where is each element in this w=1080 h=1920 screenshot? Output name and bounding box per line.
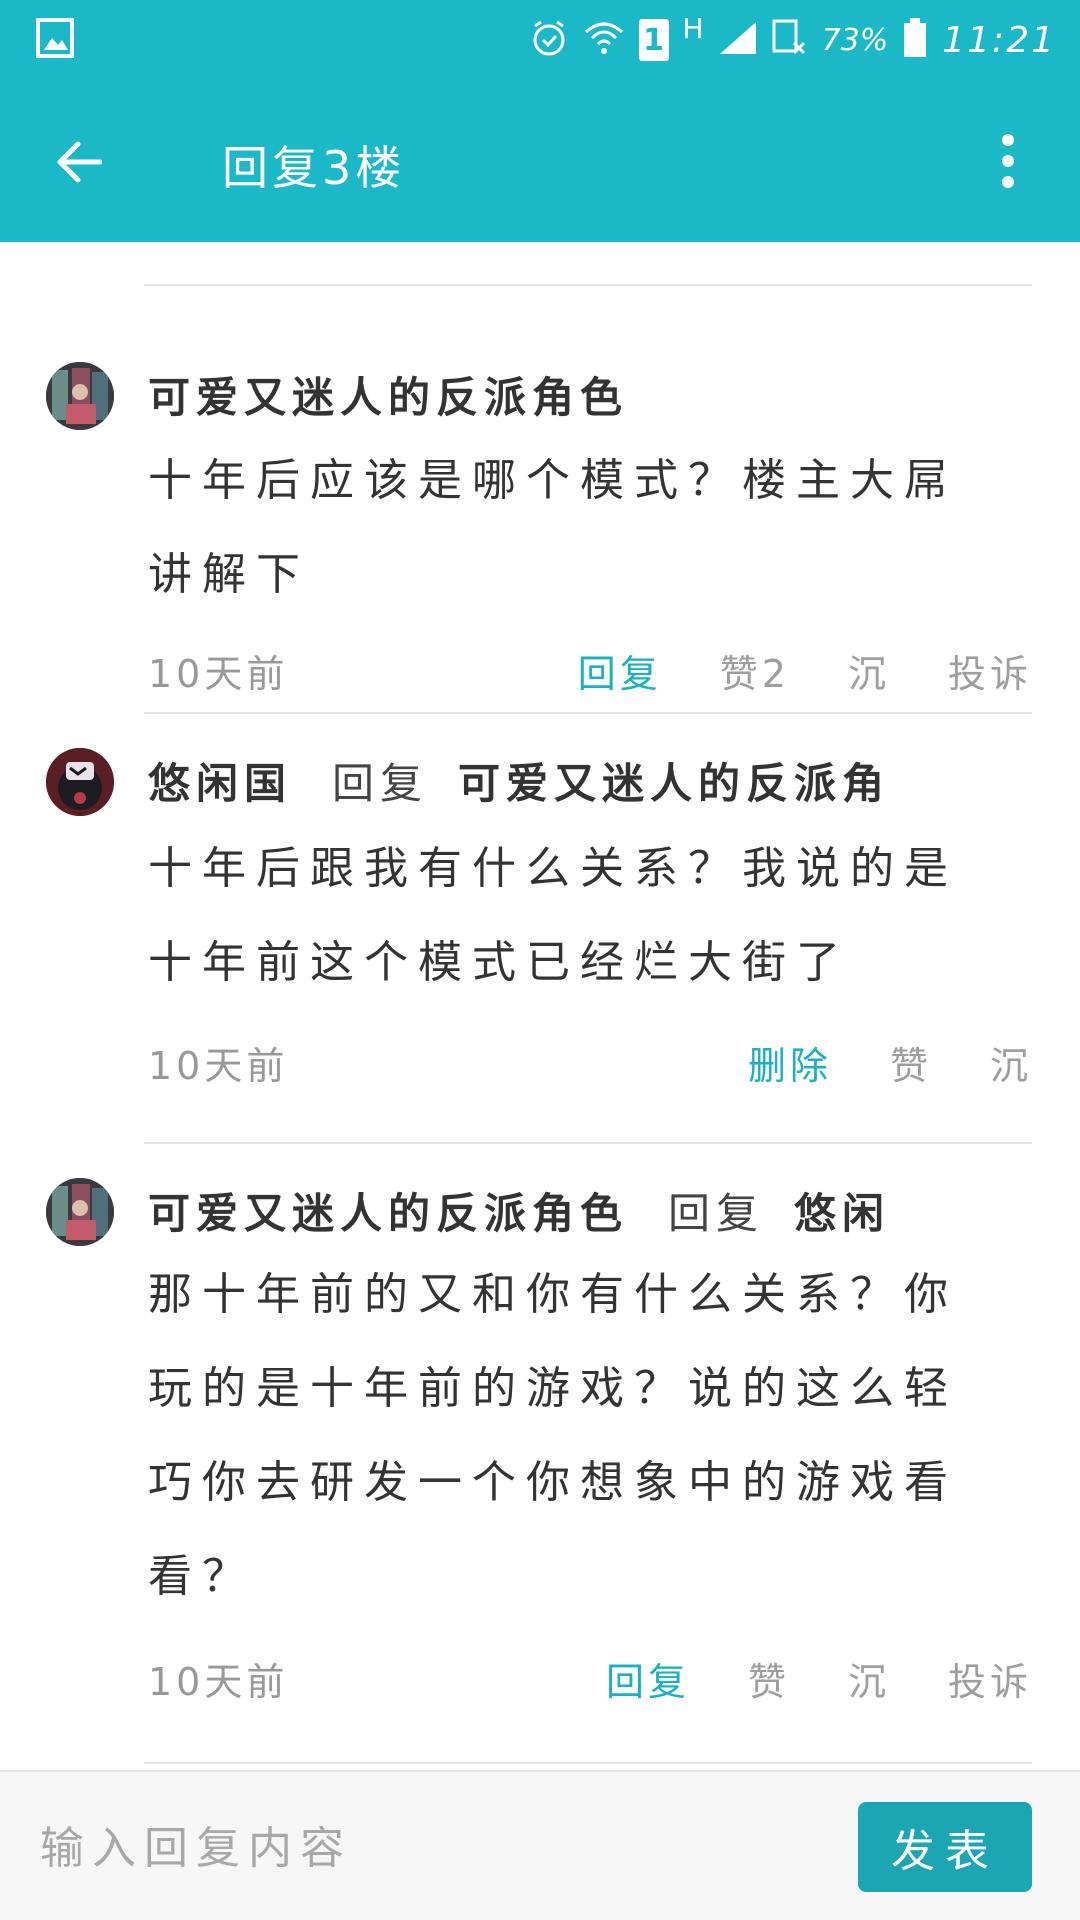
- reply-list: 可爱又迷人的反派角色 十年后应该是哪个模式？楼主大屌讲解下 10天前 回复 赞2…: [0, 242, 1080, 1770]
- clock: 11:21: [942, 19, 1056, 61]
- more-options-button[interactable]: [988, 128, 1028, 194]
- avatar[interactable]: [46, 748, 114, 816]
- report-button[interactable]: 投诉: [948, 643, 1032, 698]
- author-name[interactable]: 可爱又迷人的反派角色: [148, 373, 628, 422]
- timestamp: 10天前: [148, 1659, 289, 1704]
- comment-text: 十年后跟我有什么关系？我说的是十年前这个模式已经烂大街了: [148, 843, 958, 988]
- reply-target-name[interactable]: 可爱又迷人的反派角: [458, 759, 890, 808]
- reply-word: 回复: [332, 759, 429, 808]
- sim-no-signal-icon: [772, 19, 808, 61]
- like-button[interactable]: 赞: [748, 1651, 790, 1706]
- timestamp: 10天前: [148, 651, 289, 696]
- status-bar: 1 H 73% 11:21: [0, 0, 1080, 80]
- more-vertical-icon: [1002, 134, 1014, 146]
- reply-input[interactable]: [40, 1812, 820, 1884]
- comment-text: 十年后应该是哪个模式？楼主大屌讲解下: [148, 455, 958, 600]
- wifi-icon: [583, 18, 625, 62]
- divider: [144, 1762, 1032, 1764]
- like-button[interactable]: 赞: [890, 1035, 932, 1090]
- submit-button[interactable]: 发表: [858, 1802, 1032, 1892]
- page-title: 回复3楼: [222, 141, 406, 195]
- list-item: 可爱又迷人的反派角色 回复 悠闲 那十年前的又和你有什么关系？你玩的是十年前的游戏？…: [0, 1142, 1080, 1762]
- battery-percent: 73%: [821, 22, 889, 58]
- comment-author[interactable]: 可爱又迷人的反派角色: [148, 364, 1028, 425]
- author-name[interactable]: 悠闲国: [148, 759, 292, 808]
- sink-button[interactable]: 沉: [848, 1651, 890, 1706]
- reply-button[interactable]: 回复: [606, 1651, 690, 1706]
- reply-button[interactable]: 回复: [578, 643, 662, 698]
- reply-input-bar: 发表: [0, 1770, 1080, 1920]
- comment-meta: 10天前 回复 赞 沉 投诉: [148, 1648, 1032, 1708]
- timestamp: 10天前: [148, 1043, 289, 1088]
- comment-actions: 删除 赞 沉: [748, 1035, 1032, 1090]
- back-button[interactable]: [46, 130, 110, 194]
- sim-slot-icon: 1: [638, 19, 669, 61]
- comment-actions: 回复 赞 沉 投诉: [606, 1651, 1032, 1706]
- list-item: 悠闲国 回复 可爱又迷人的反派角 十年后跟我有什么关系？我说的是十年前这个模式已经烂…: [0, 712, 1080, 1142]
- delete-button[interactable]: 删除: [748, 1035, 832, 1090]
- reply-target-name[interactable]: 悠闲: [794, 1189, 890, 1238]
- network-type-text: H: [682, 12, 704, 45]
- gallery-notification-icon: [36, 18, 74, 62]
- signal-icon: [718, 20, 758, 60]
- comment-author: 悠闲国 回复 可爱又迷人的反派角: [148, 750, 1028, 811]
- comment-meta: 10天前 回复 赞2 沉 投诉: [148, 640, 1032, 700]
- sink-button[interactable]: 沉: [848, 643, 890, 698]
- battery-icon: [902, 18, 928, 62]
- comment-actions: 回复 赞2 沉 投诉: [578, 643, 1032, 698]
- author-name[interactable]: 可爱又迷人的反派角色: [148, 1189, 628, 1238]
- list-item: 可爱又迷人的反派角色 十年后应该是哪个模式？楼主大屌讲解下 10天前 回复 赞2…: [0, 284, 1080, 712]
- arrow-left-icon: [57, 141, 102, 183]
- report-button[interactable]: 投诉: [948, 1651, 1032, 1706]
- comment-meta: 10天前 删除 赞 沉: [148, 1032, 1032, 1092]
- like-button[interactable]: 赞2: [720, 643, 790, 698]
- sink-button[interactable]: 沉: [990, 1035, 1032, 1090]
- app-bar: 回复3楼: [0, 80, 1080, 242]
- avatar[interactable]: [46, 362, 114, 430]
- comment-author: 可爱又迷人的反派角色 回复 悠闲: [148, 1180, 1028, 1241]
- alarm-icon: [529, 18, 569, 62]
- avatar[interactable]: [46, 1178, 114, 1246]
- comment-text: 那十年前的又和你有什么关系？你玩的是十年前的游戏？说的这么轻巧你去研发一个你想象…: [148, 1269, 958, 1602]
- reply-word: 回复: [668, 1189, 765, 1238]
